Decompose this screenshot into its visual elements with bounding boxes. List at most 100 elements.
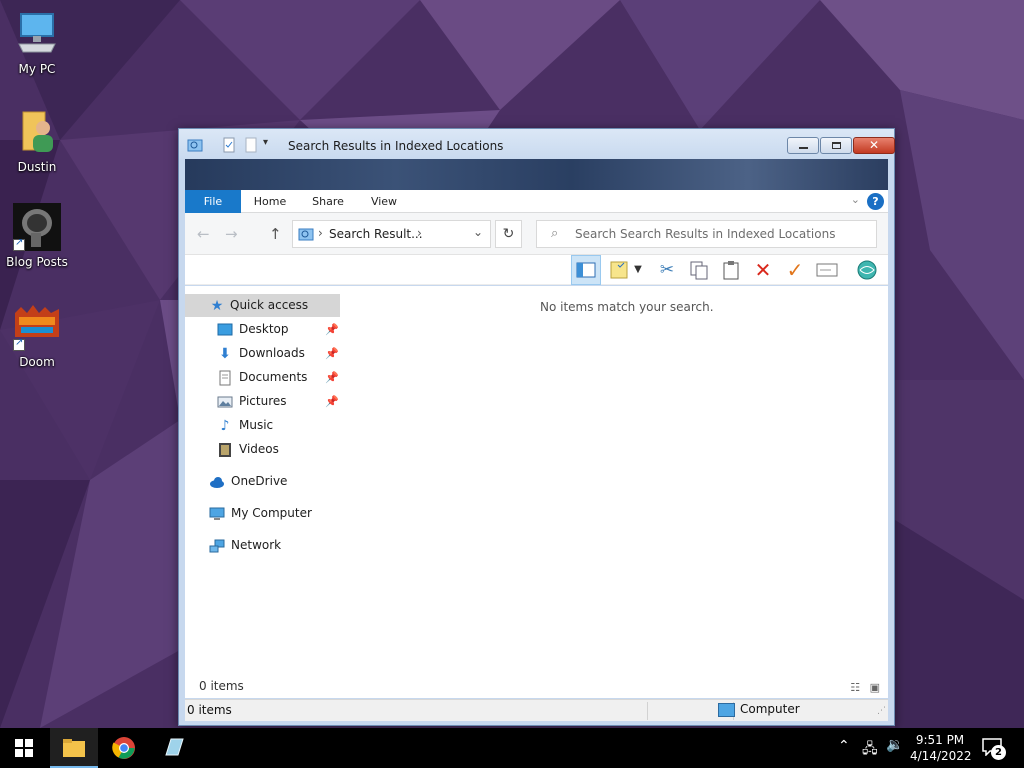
download-arrow-icon: ⬇ xyxy=(219,346,231,362)
chrome-icon xyxy=(112,737,135,759)
desktop-icon-doom[interactable]: Doom xyxy=(0,303,74,369)
maximize-button[interactable] xyxy=(820,137,852,154)
refresh-icon: ↻ xyxy=(502,226,515,242)
user-folder-icon xyxy=(13,108,61,156)
tab-file[interactable]: File xyxy=(185,190,241,213)
minimize-button[interactable] xyxy=(787,137,819,154)
checkmark-icon[interactable]: ✓ xyxy=(783,258,807,282)
close-button[interactable]: ✕ xyxy=(853,137,895,154)
cut-icon[interactable]: ✂ xyxy=(655,258,679,282)
network-icon[interactable]: 🖧 xyxy=(862,738,878,762)
refresh-button[interactable]: ↻ xyxy=(495,220,522,248)
details-view-icon[interactable]: ☷ xyxy=(850,681,860,694)
pin-icon[interactable]: 📌 xyxy=(325,390,339,413)
nav-item-downloads[interactable]: ⬇ Downloads 📌 xyxy=(217,342,339,365)
cloud-icon xyxy=(209,474,225,490)
nav-item-onedrive[interactable]: OneDrive xyxy=(209,470,339,493)
picture-icon xyxy=(217,394,233,410)
blog-posts-shortcut-icon xyxy=(13,203,61,251)
volume-icon[interactable]: 🔉 xyxy=(886,737,903,753)
nav-item-videos[interactable]: Videos xyxy=(217,438,339,461)
customize-qat-dropdown-icon[interactable]: ▾ xyxy=(263,137,279,153)
taskbar-file-explorer[interactable] xyxy=(50,728,98,768)
properties-icon[interactable] xyxy=(221,137,237,153)
chevron-down-icon[interactable]: ⌄ xyxy=(851,193,860,206)
desktop-icon-my-pc[interactable]: My PC xyxy=(0,10,74,76)
notification-badge: 2 xyxy=(991,745,1006,760)
globe-icon[interactable] xyxy=(855,258,879,282)
monitor-icon xyxy=(13,10,61,58)
search-folder-icon[interactable] xyxy=(187,137,203,153)
chevron-up-icon[interactable]: ⌃ xyxy=(838,738,850,754)
desktop-icon-label: Dustin xyxy=(17,160,57,174)
window-title: Search Results in Indexed Locations xyxy=(288,139,504,153)
copy-icon[interactable] xyxy=(687,258,711,282)
music-note-icon: ♪ xyxy=(220,418,230,434)
item-count: 0 items xyxy=(199,679,244,693)
title-bar[interactable]: ▾ Search Results in Indexed Locations ✕ xyxy=(179,129,895,159)
desktop-icon-label: Doom xyxy=(19,355,55,369)
new-folder-icon[interactable] xyxy=(243,137,259,153)
nav-item-music[interactable]: ♪ Music xyxy=(217,414,339,437)
breadcrumb-separator: › xyxy=(318,226,323,240)
nav-item-my-computer[interactable]: My Computer xyxy=(209,502,339,525)
close-icon: ✕ xyxy=(868,138,880,152)
nav-item-desktop[interactable]: Desktop 📌 xyxy=(217,318,339,341)
nav-item-pictures[interactable]: Pictures 📌 xyxy=(217,390,339,413)
computer-icon xyxy=(718,703,735,717)
nav-item-network[interactable]: Network xyxy=(209,534,339,557)
pin-icon[interactable]: 📌 xyxy=(325,366,339,389)
window-banner xyxy=(185,159,888,190)
back-arrow-icon[interactable]: ← xyxy=(197,225,210,243)
search-box[interactable]: ⌕ xyxy=(536,220,877,248)
clock[interactable]: 9:51 PM 4/14/2022 xyxy=(910,732,972,764)
preview-pane-button[interactable] xyxy=(571,255,601,285)
action-center-button[interactable]: 2 xyxy=(978,736,1010,762)
folder-icon xyxy=(63,739,85,757)
nav-item-quick-access[interactable]: ★ Quick access xyxy=(185,294,340,317)
up-arrow-icon[interactable]: ↑ xyxy=(269,225,282,243)
help-button[interactable]: ? xyxy=(867,193,884,210)
clock-date: 4/14/2022 xyxy=(910,749,972,763)
tab-view[interactable]: View xyxy=(361,190,407,213)
breadcrumb-separator: › xyxy=(417,226,422,240)
new-item-button[interactable] xyxy=(607,258,631,282)
chevron-down-icon[interactable]: ⌄ xyxy=(473,225,483,239)
breadcrumb[interactable]: Search Result... xyxy=(329,227,423,241)
desktop-icon-dustin[interactable]: Dustin xyxy=(0,108,74,174)
status-bar: 0 items Computer ⋰ xyxy=(185,699,888,721)
inner-status-bar: 0 items ☷ ▣ xyxy=(185,679,888,698)
taskbar-app[interactable] xyxy=(150,728,198,768)
delete-icon[interactable]: ✕ xyxy=(751,258,775,282)
address-bar[interactable]: › Search Result... › ⌄ xyxy=(292,220,491,248)
pin-icon[interactable]: 📌 xyxy=(325,318,339,341)
search-input[interactable] xyxy=(575,225,870,243)
nav-item-documents[interactable]: Documents 📌 xyxy=(217,366,339,389)
tab-home[interactable]: Home xyxy=(247,190,293,213)
computer-icon xyxy=(209,506,225,522)
document-icon xyxy=(217,370,233,386)
zone-label: Computer xyxy=(718,702,800,717)
status-separator xyxy=(647,702,648,720)
pin-icon[interactable]: 📌 xyxy=(325,342,339,365)
doom-shortcut-icon xyxy=(13,303,61,351)
new-item-dropdown-icon[interactable]: ▼ xyxy=(632,258,644,282)
tab-share[interactable]: Share xyxy=(305,190,351,213)
desktop-icon-label: Blog Posts xyxy=(6,255,68,269)
rename-icon[interactable] xyxy=(815,258,839,282)
large-icons-view-icon[interactable]: ▣ xyxy=(870,681,880,694)
forward-arrow-icon[interactable]: → xyxy=(225,225,238,243)
content-area: ★ Quick access Desktop 📌 ⬇ Downloads 📌 D… xyxy=(185,286,888,679)
paste-icon[interactable] xyxy=(719,258,743,282)
resize-grip-icon[interactable]: ⋰ xyxy=(877,706,886,716)
empty-results-message: No items match your search. xyxy=(540,300,714,314)
minimize-icon xyxy=(799,147,808,149)
explorer-window: ▾ Search Results in Indexed Locations ✕ … xyxy=(178,128,895,726)
star-icon: ★ xyxy=(210,298,224,314)
windows-logo-icon xyxy=(15,739,33,757)
taskbar-chrome[interactable] xyxy=(100,728,148,768)
desktop-icon-blog-posts[interactable]: Blog Posts xyxy=(0,203,74,269)
start-button[interactable] xyxy=(0,728,48,768)
clock-time: 9:51 PM xyxy=(915,733,965,747)
preview-pane-icon xyxy=(576,262,596,278)
